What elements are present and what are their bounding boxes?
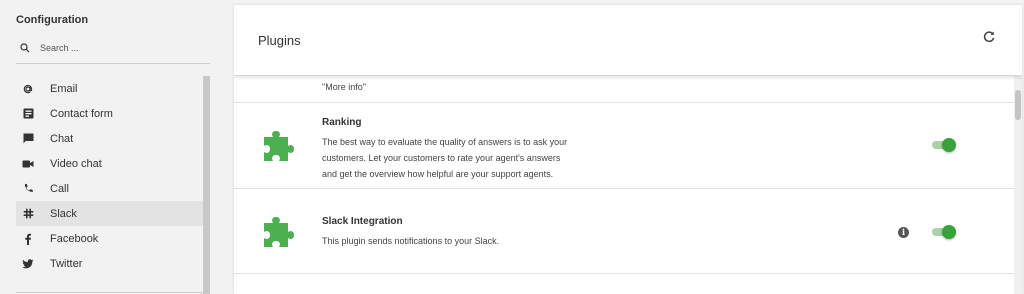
sidebar-item-label: Facebook	[50, 232, 99, 245]
info-icon[interactable]: i	[898, 227, 909, 238]
toggle-knob	[942, 138, 956, 152]
sidebar-item-call[interactable]: Call	[16, 176, 203, 201]
sidebar-item-video-chat[interactable]: Video chat	[16, 151, 203, 176]
toggle-knob	[942, 225, 956, 239]
search-input[interactable]	[40, 43, 200, 53]
plugins-panel: Plugins "More info" Ranking The best way…	[234, 5, 1022, 294]
plugin-description-line: The best way to evaluate the quality of …	[322, 137, 568, 147]
sidebar-list: Email Contact form Chat Video chat Call	[16, 76, 203, 276]
plugin-row-slack-integration: Slack Integration This plugin sends noti…	[234, 189, 1014, 274]
sidebar-item-label: Twitter	[50, 257, 83, 270]
phone-icon	[22, 183, 34, 195]
sidebar-scrollbar[interactable]	[203, 76, 210, 294]
sidebar-title: Configuration	[16, 14, 89, 26]
sidebar-item-label: Video chat	[50, 157, 102, 170]
sidebar-item-chat[interactable]: Chat	[16, 126, 203, 151]
plugin-toggle[interactable]	[932, 225, 958, 239]
sidebar-item-contact-form[interactable]: Contact form	[16, 101, 203, 126]
search-icon	[20, 43, 30, 53]
at-icon	[22, 83, 34, 95]
plugin-description-line: customers. Let your customers to rate yo…	[322, 153, 561, 163]
sidebar-item-label: Slack	[50, 207, 77, 220]
plugin-title: Ranking	[322, 117, 362, 128]
video-icon	[22, 158, 34, 170]
plugin-row-ranking: Ranking The best way to evaluate the qua…	[234, 103, 1014, 189]
plugin-toggle[interactable]	[932, 138, 958, 152]
sidebar-item-label: Contact form	[50, 107, 113, 120]
divider	[16, 292, 203, 293]
sidebar: Configuration Email Contact form Chat	[0, 0, 226, 294]
scrollbar-thumb[interactable]	[1015, 90, 1021, 120]
refresh-icon[interactable]	[982, 30, 996, 44]
sidebar-item-label: Call	[50, 182, 69, 195]
plugin-list: "More info" Ranking The best way to eval…	[234, 76, 1014, 294]
chat-icon	[22, 133, 34, 145]
page-title: Plugins	[258, 33, 301, 48]
twitter-icon	[22, 258, 34, 270]
main-scrollbar[interactable]	[1014, 76, 1022, 294]
slack-icon	[22, 208, 34, 220]
panel-header: Plugins	[234, 5, 1022, 76]
plugin-description: This plugin sends notifications to your …	[322, 236, 500, 246]
plugin-row: "More info"	[234, 76, 1014, 103]
sidebar-item-label: Email	[50, 82, 78, 95]
divider	[16, 63, 210, 64]
sidebar-item-facebook[interactable]: Facebook	[16, 226, 203, 251]
puzzle-icon	[264, 217, 294, 247]
plugin-title: Slack Integration	[322, 216, 403, 227]
sidebar-item-twitter[interactable]: Twitter	[16, 251, 203, 276]
search-box[interactable]	[16, 36, 210, 60]
plugin-description-line: and get the overview how helpful are you…	[322, 169, 554, 179]
puzzle-icon	[264, 131, 294, 161]
plugin-description: "More info"	[322, 82, 366, 92]
form-icon	[22, 108, 34, 120]
facebook-icon	[22, 233, 34, 245]
sidebar-item-slack[interactable]: Slack	[16, 201, 203, 226]
sidebar-item-email[interactable]: Email	[16, 76, 203, 101]
sidebar-item-label: Chat	[50, 132, 74, 145]
